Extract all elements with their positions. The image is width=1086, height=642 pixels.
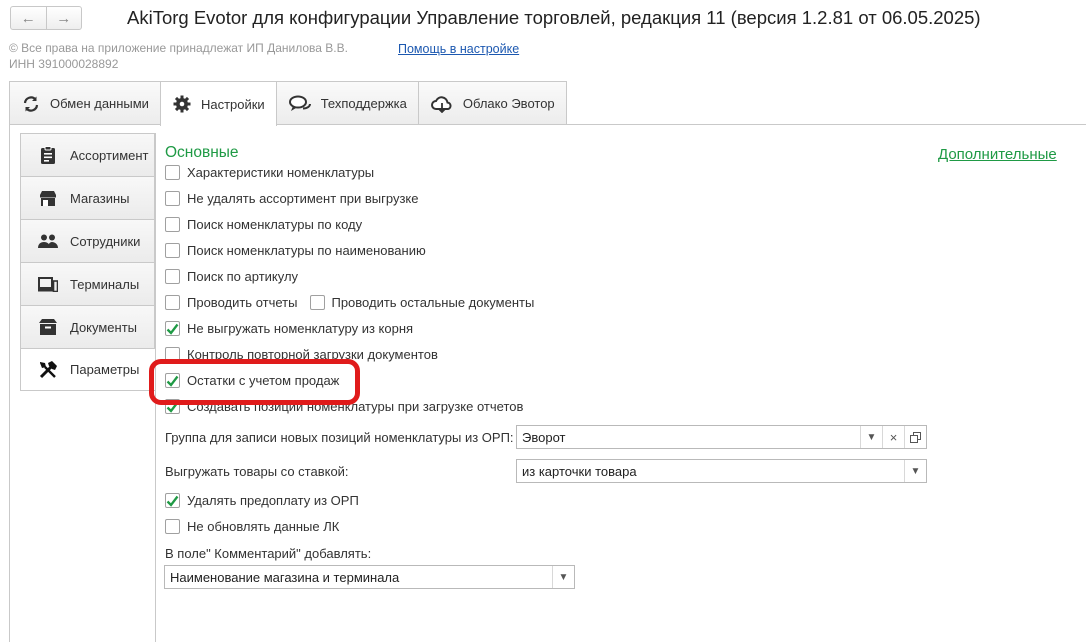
group-field-label: Группа для записи новых позиций номенкла… (165, 430, 514, 445)
checkbox-checked[interactable] (165, 493, 180, 508)
checkbox[interactable] (165, 191, 180, 206)
option-post-reports[interactable]: Проводить отчеты Проводить остальные док… (165, 295, 534, 310)
store-icon (38, 190, 58, 207)
checkbox[interactable] (165, 269, 180, 284)
clipboard-icon (38, 146, 58, 164)
sidebar-item-label: Параметры (70, 362, 140, 377)
group-field-value: Эворот (522, 429, 566, 445)
window-title: AkiTorg Evotor для конфигурации Управлен… (127, 7, 981, 28)
comment-select-value: Наименование магазина и терминала (170, 569, 400, 585)
chevron-down-icon[interactable]: ▼ (552, 566, 574, 588)
open-icon[interactable] (904, 426, 926, 448)
arrow-left-icon[interactable]: ← (11, 7, 46, 29)
checkmark-icon (166, 323, 179, 335)
option-label: Не обновлять данные ЛК (187, 519, 340, 534)
highlight-frame (149, 359, 360, 405)
option-keep-assortment[interactable]: Не удалять ассортимент при выгрузке (165, 191, 419, 206)
checkbox[interactable] (165, 165, 180, 180)
tools-icon (38, 360, 58, 380)
box-icon (38, 319, 58, 335)
group-field[interactable]: Эворот ▼ × (516, 425, 927, 449)
chat-icon (288, 95, 311, 113)
option-characteristics[interactable]: Характеристики номенклатуры (165, 165, 374, 180)
comment-select[interactable]: Наименование магазина и терминала ▼ (164, 565, 575, 589)
checkbox[interactable] (310, 295, 326, 310)
sidebar-item-label: Магазины (70, 190, 130, 206)
tab-label: Настройки (200, 96, 265, 112)
tab-exchange[interactable]: Обмен данными (9, 81, 161, 125)
sidebar-item-stores[interactable]: Магазины (20, 176, 155, 219)
gear-icon (173, 95, 191, 113)
option-no-root-export[interactable]: Не выгружать номенклатуру из корня (165, 321, 413, 336)
top-tabs: Обмен данными Настройки Техподдержка Обл… (9, 81, 567, 126)
option-label: Поиск номенклатуры по наименованию (187, 243, 426, 258)
sidebar-item-documents[interactable]: Документы (20, 305, 155, 348)
tab-label: Техподдержка (320, 96, 407, 111)
tab-settings[interactable]: Настройки (159, 81, 277, 126)
checkbox[interactable] (165, 519, 180, 534)
option-delete-prepay[interactable]: Удалять предоплату из ОРП (165, 493, 359, 508)
history-nav: ← → (10, 6, 82, 30)
rate-select[interactable]: из карточки товара ▼ (516, 459, 927, 483)
option-search-by-sku[interactable]: Поиск по артикулу (165, 269, 298, 284)
cloud-icon (430, 95, 453, 113)
chevron-down-icon[interactable]: ▼ (904, 460, 926, 482)
chevron-down-icon[interactable]: ▼ (860, 426, 882, 448)
option-label: Поиск по артикулу (187, 269, 299, 284)
sidebar-item-terminals[interactable]: Терминалы (20, 262, 155, 305)
checkmark-icon (166, 495, 179, 507)
checkbox[interactable] (165, 295, 180, 310)
option-label: Характеристики номенклатуры (187, 165, 375, 180)
sidebar-item-parameters[interactable]: Параметры (20, 348, 156, 391)
option-label: Проводить отчеты (187, 295, 298, 310)
content-border (9, 124, 10, 642)
tab-label: Обмен данными (50, 96, 149, 111)
option-search-by-code[interactable]: Поиск номенклатуры по коду (165, 217, 362, 232)
copyright-text: © Все права на приложение принадлежат ИП… (9, 41, 348, 55)
tab-label: Облако Эвотор (462, 96, 555, 111)
option-label: Удалять предоплату из ОРП (187, 493, 359, 508)
option-label: Проводить остальные документы (331, 295, 535, 310)
sidebar-item-assortment[interactable]: Ассортимент (20, 133, 155, 176)
sidebar-item-label: Документы (70, 319, 138, 335)
sidebar: Ассортимент Магазины Сотрудники Терминал… (20, 133, 156, 391)
people-icon (38, 234, 58, 248)
additional-link[interactable]: Дополнительные (938, 146, 1057, 163)
sync-icon (22, 95, 40, 113)
arrow-right-icon[interactable]: → (45, 7, 82, 29)
inn-text: ИНН 391000028892 (9, 57, 119, 71)
option-no-update-lk[interactable]: Не обновлять данные ЛК (165, 519, 339, 534)
sidebar-item-label: Ассортимент (70, 147, 149, 163)
rate-field-label: Выгружать товары со ставкой: (165, 464, 349, 479)
section-title: Основные (165, 144, 239, 161)
option-label: Поиск номенклатуры по коду (187, 217, 363, 232)
tab-cloud[interactable]: Облако Эвотор (417, 81, 567, 125)
comment-field-label: В поле" Комментарий" добавлять: (165, 546, 372, 561)
help-link[interactable]: Помощь в настройке (398, 42, 519, 56)
sidebar-item-employees[interactable]: Сотрудники (20, 219, 155, 262)
checkbox-checked[interactable] (165, 321, 180, 336)
option-search-by-name[interactable]: Поиск номенклатуры по наименованию (165, 243, 426, 258)
sidebar-item-label: Терминалы (70, 276, 140, 292)
option-post-other-docs[interactable]: Проводить остальные документы (310, 295, 534, 310)
clear-icon[interactable]: × (882, 426, 904, 448)
tab-support[interactable]: Техподдержка (275, 81, 419, 125)
rate-select-value: из карточки товара (522, 463, 637, 479)
sidebar-item-label: Сотрудники (70, 233, 141, 249)
terminal-icon (38, 276, 58, 292)
option-label: Не удалять ассортимент при выгрузке (187, 191, 419, 206)
checkbox[interactable] (165, 217, 180, 232)
option-label: Не выгружать номенклатуру из корня (187, 321, 414, 336)
checkbox[interactable] (165, 243, 180, 258)
